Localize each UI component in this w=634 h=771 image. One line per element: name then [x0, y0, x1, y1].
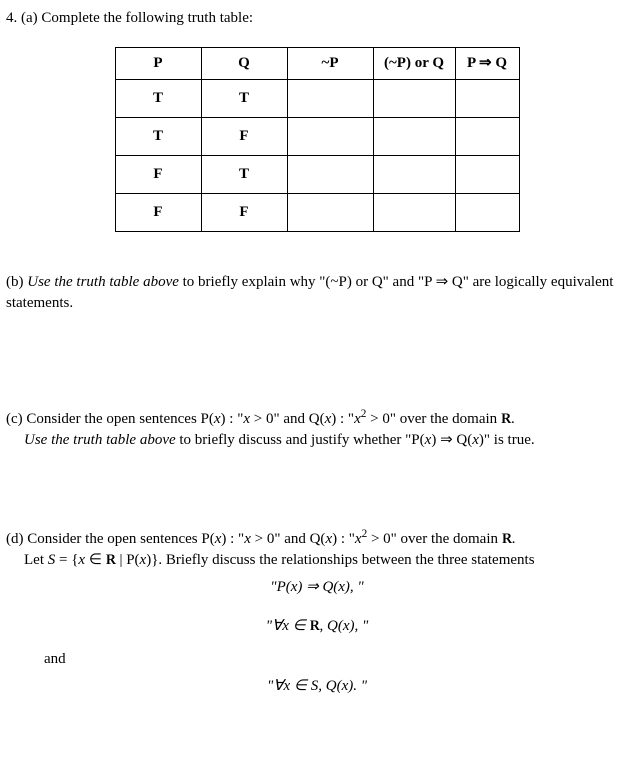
cell-imp[interactable]	[455, 80, 519, 118]
cell-notp[interactable]	[287, 80, 373, 118]
table-row: F F	[115, 194, 519, 232]
part-b-label: (b)	[6, 274, 24, 290]
statement-1: "P(x) ⇒ Q(x), "	[6, 577, 628, 598]
table-row: F T	[115, 156, 519, 194]
part-b-lead: Use the truth table above	[27, 274, 179, 290]
cell-notp[interactable]	[287, 118, 373, 156]
and-connector: and	[44, 649, 628, 670]
part-d-line1: (d) Consider the open sentences P(x) : "…	[6, 529, 628, 550]
part-c: (c) Consider the open sentences P(x) : "…	[6, 409, 628, 451]
cell-p: T	[115, 80, 201, 118]
part-b: (b) Use the truth table above to briefly…	[6, 272, 628, 314]
truth-table: P Q ~P (~P) or Q P ⇒ Q T T T F	[115, 47, 520, 232]
table-header-row: P Q ~P (~P) or Q P ⇒ Q	[115, 48, 519, 80]
cell-notp[interactable]	[287, 156, 373, 194]
table-row: T T	[115, 80, 519, 118]
cell-notp[interactable]	[287, 194, 373, 232]
part-d-line2: Let S = {x ∈ R | P(x)}. Briefly discuss …	[24, 550, 628, 571]
cell-p: F	[115, 194, 201, 232]
cell-q: F	[201, 118, 287, 156]
problem-number: 4.	[6, 10, 17, 26]
cell-imp[interactable]	[455, 156, 519, 194]
statement-2: "∀x ∈ R, Q(x), "	[6, 616, 628, 637]
header-or: (~P) or Q	[373, 48, 455, 80]
cell-p: F	[115, 156, 201, 194]
header-q: Q	[201, 48, 287, 80]
part-d: (d) Consider the open sentences P(x) : "…	[6, 529, 628, 697]
cell-or[interactable]	[373, 80, 455, 118]
part-a-prompt: 4. (a) Complete the following truth tabl…	[6, 8, 628, 29]
part-c-line2: Use the truth table above to briefly dis…	[24, 430, 628, 451]
cell-or[interactable]	[373, 194, 455, 232]
cell-p: T	[115, 118, 201, 156]
table-row: T F	[115, 118, 519, 156]
part-c-line1: (c) Consider the open sentences P(x) : "…	[6, 409, 628, 430]
part-a-text: Complete the following truth table:	[41, 10, 253, 26]
real-numbers-icon: R	[106, 550, 116, 571]
part-d-label: (d)	[6, 531, 24, 547]
cell-q: T	[201, 156, 287, 194]
cell-q: T	[201, 80, 287, 118]
part-a-label: (a)	[21, 10, 38, 26]
statement-3: "∀x ∈ S, Q(x). "	[6, 676, 628, 697]
cell-q: F	[201, 194, 287, 232]
real-numbers-icon: R	[310, 616, 320, 637]
real-numbers-icon: R	[501, 409, 511, 430]
header-not-p: ~P	[287, 48, 373, 80]
part-c-label: (c)	[6, 411, 23, 427]
truth-table-container: P Q ~P (~P) or Q P ⇒ Q T T T F	[6, 47, 628, 232]
cell-or[interactable]	[373, 156, 455, 194]
header-imp: P ⇒ Q	[455, 48, 519, 80]
cell-imp[interactable]	[455, 194, 519, 232]
real-numbers-icon: R	[502, 529, 512, 550]
cell-imp[interactable]	[455, 118, 519, 156]
cell-or[interactable]	[373, 118, 455, 156]
header-p: P	[115, 48, 201, 80]
